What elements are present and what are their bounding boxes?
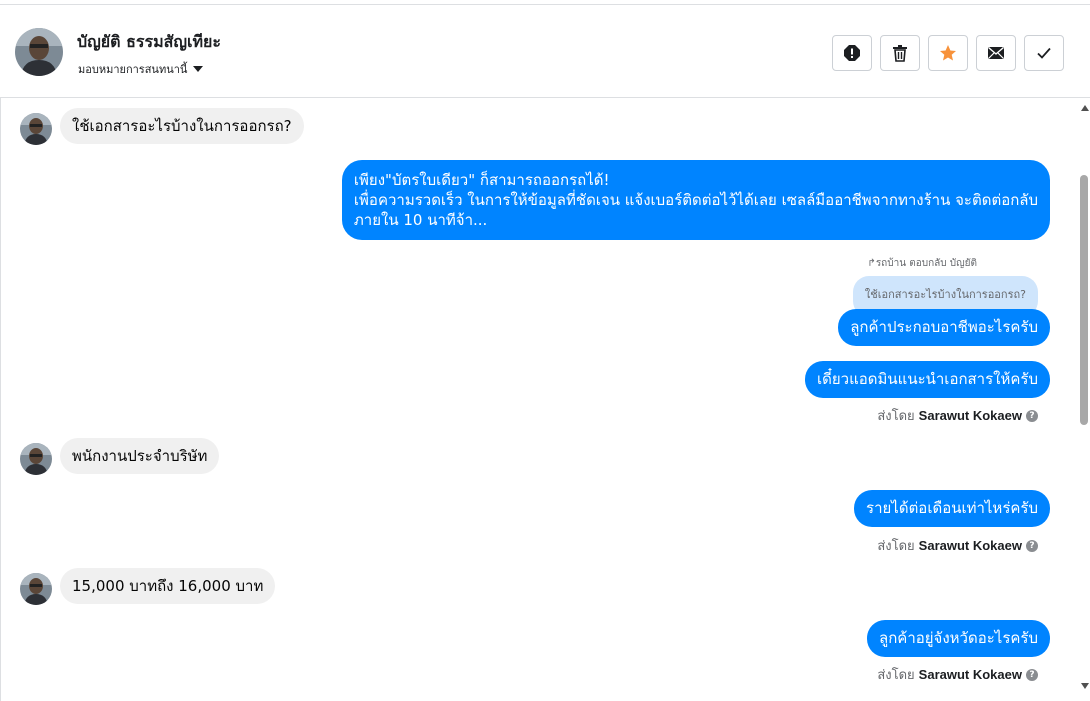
message-line: เพื่อความรวดเร็ว ในการให้ข้อมูลที่ชัดเจน… (353, 191, 1038, 209)
spam-button[interactable] (832, 35, 872, 71)
scroll-down-arrow-icon[interactable] (1081, 683, 1089, 689)
outgoing-message: ลูกค้าอยู่จังหวัดอะไรครับ (867, 620, 1050, 657)
agent-name[interactable]: Sarawut Kokaew (919, 538, 1022, 553)
agent-name[interactable]: Sarawut Kokaew (919, 408, 1022, 423)
message-thread: ใช้เอกสารอะไรบ้างในการออกรถ? เพียง"บัตรใ… (0, 99, 1078, 701)
reply-meta: ↱รถบ้าน ตอบกลับ บัญยัติ (867, 258, 977, 269)
alert-icon (844, 45, 860, 61)
scrollbar-thumb[interactable] (1080, 175, 1088, 425)
customer-name: บัญยัติ ธรรมสัญเทียะ (77, 32, 222, 51)
outgoing-message: รายได้ต่อเดือนเท่าไหร่ครับ (854, 490, 1050, 527)
conversation-header: บัญยัติ ธรรมสัญเทียะ มอบหมายการสนทนานี้ (0, 5, 1090, 98)
customer-avatar-small[interactable] (20, 573, 52, 605)
assign-label: มอบหมายการสนทนานี้ (78, 63, 188, 76)
delete-button[interactable] (880, 35, 920, 71)
sent-by-label: ส่งโดย Sarawut Kokaew ? (877, 664, 1038, 685)
customer-avatar-small[interactable] (20, 113, 52, 145)
help-icon[interactable]: ? (1026, 409, 1038, 422)
customer-avatar[interactable] (15, 28, 63, 76)
incoming-message: 15,000 บาทถึง 16,000 บาท (60, 568, 276, 604)
incoming-message: พนักงานประจำบริษัท (60, 438, 220, 474)
envelope-icon (988, 46, 1004, 59)
caret-down-icon (193, 66, 204, 72)
sent-by-label: ส่งโดย Sarawut Kokaew ? (877, 535, 1038, 556)
star-button[interactable] (928, 35, 968, 71)
assign-conversation-dropdown[interactable]: มอบหมายการสนทนานี้ (78, 60, 204, 78)
outgoing-message: เดี๋ยวแอดมินแนะนำเอกสารให้ครับ (805, 361, 1050, 398)
sent-by-label: ส่งโดย Sarawut Kokaew ? (877, 405, 1038, 426)
check-icon (1037, 47, 1051, 59)
message-line: ภายใน 10 นาทีจ้า... (353, 211, 488, 229)
trash-icon (893, 45, 907, 62)
thread-scrollbar[interactable] (1078, 99, 1090, 701)
customer-avatar-small[interactable] (20, 443, 52, 475)
message-line: เพียง"บัตรใบเดียว" ก็สามารถออกรถได้! (353, 171, 610, 189)
agent-name[interactable]: Sarawut Kokaew (919, 667, 1022, 682)
header-actions (832, 35, 1064, 71)
mark-done-button[interactable] (1024, 35, 1064, 71)
mark-unread-button[interactable] (976, 35, 1016, 71)
reply-arrow-icon: ↱ (867, 258, 876, 269)
help-icon[interactable]: ? (1026, 539, 1038, 552)
scroll-up-arrow-icon[interactable] (1081, 105, 1089, 111)
help-icon[interactable]: ? (1026, 668, 1038, 681)
incoming-message: ใช้เอกสารอะไรบ้างในการออกรถ? (60, 108, 304, 144)
outgoing-message: ลูกค้าประกอบอาชีพอะไรครับ (838, 309, 1050, 346)
star-icon (940, 45, 956, 61)
outgoing-message: เพียง"บัตรใบเดียว" ก็สามารถออกรถได้! เพื… (341, 160, 1050, 240)
